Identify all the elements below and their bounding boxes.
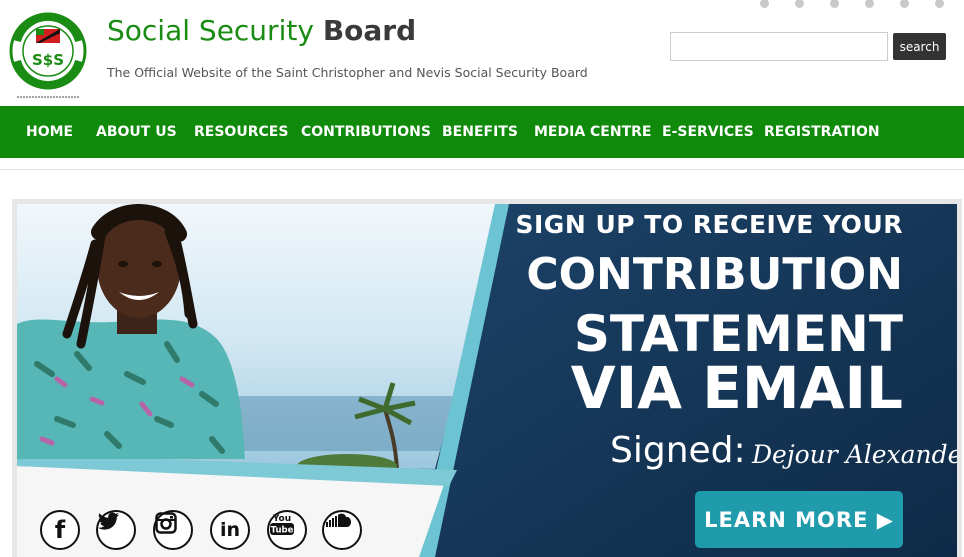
- banner-line-4: VIA EMAIL: [570, 354, 903, 422]
- site-title-bold: Board: [322, 14, 417, 47]
- site-header: S$S Social Security Board The Official W…: [0, 0, 964, 106]
- ssb-seal-logo[interactable]: S$S: [9, 5, 87, 105]
- dot-icon[interactable]: [900, 0, 909, 8]
- site-title[interactable]: Social Security Board: [107, 14, 416, 47]
- dot-icon[interactable]: [760, 0, 769, 8]
- top-social-dots: [734, 0, 944, 13]
- nav-subbar: [0, 158, 964, 170]
- nav-item-resources[interactable]: RESOURCES: [194, 106, 288, 158]
- promo-banner[interactable]: SIGN UP TO RECEIVE YOUR CONTRIBUTION STA…: [17, 204, 957, 557]
- dot-icon[interactable]: [865, 0, 874, 8]
- facebook-icon[interactable]: f: [40, 510, 80, 550]
- youtube-icon[interactable]: You Tube: [267, 510, 307, 550]
- nav-item-about-us[interactable]: ABOUT US: [96, 106, 177, 158]
- nav-item-registration[interactable]: REGISTRATION: [764, 106, 880, 158]
- main-nav: HOME ABOUT US RESOURCES CONTRIBUTIONS BE…: [0, 106, 964, 158]
- twitter-icon[interactable]: [96, 510, 136, 550]
- nav-item-contributions[interactable]: CONTRIBUTIONS: [301, 106, 431, 158]
- svg-text:You: You: [272, 514, 291, 524]
- instagram-icon[interactable]: [153, 510, 193, 550]
- search-button[interactable]: search: [893, 33, 946, 60]
- svg-text:S$S: S$S: [32, 51, 64, 69]
- dot-icon[interactable]: [795, 0, 804, 8]
- nav-item-e-services[interactable]: E-SERVICES: [662, 106, 754, 158]
- site-tagline: The Official Website of the Saint Christ…: [107, 65, 588, 80]
- dot-icon[interactable]: [830, 0, 839, 8]
- nav-item-home[interactable]: HOME: [26, 106, 73, 158]
- signed-label: Signed:: [610, 430, 746, 471]
- nav-item-media-centre[interactable]: MEDIA CENTRE: [534, 106, 651, 158]
- dot-icon[interactable]: [935, 0, 944, 8]
- site-title-main: Social Security: [107, 14, 314, 47]
- search-input[interactable]: [670, 32, 888, 61]
- nav-item-benefits[interactable]: BENEFITS: [442, 106, 518, 158]
- learn-more-button[interactable]: LEARN MORE ▶: [695, 491, 903, 548]
- signature: Dejour Alexander: [752, 440, 957, 469]
- linkedin-icon[interactable]: in: [210, 510, 250, 550]
- banner-line-1: SIGN UP TO RECEIVE YOUR: [515, 210, 903, 239]
- svg-text:Tube: Tube: [271, 526, 294, 536]
- soundcloud-icon[interactable]: [322, 510, 362, 550]
- banner-line-2: CONTRIBUTION: [526, 249, 903, 300]
